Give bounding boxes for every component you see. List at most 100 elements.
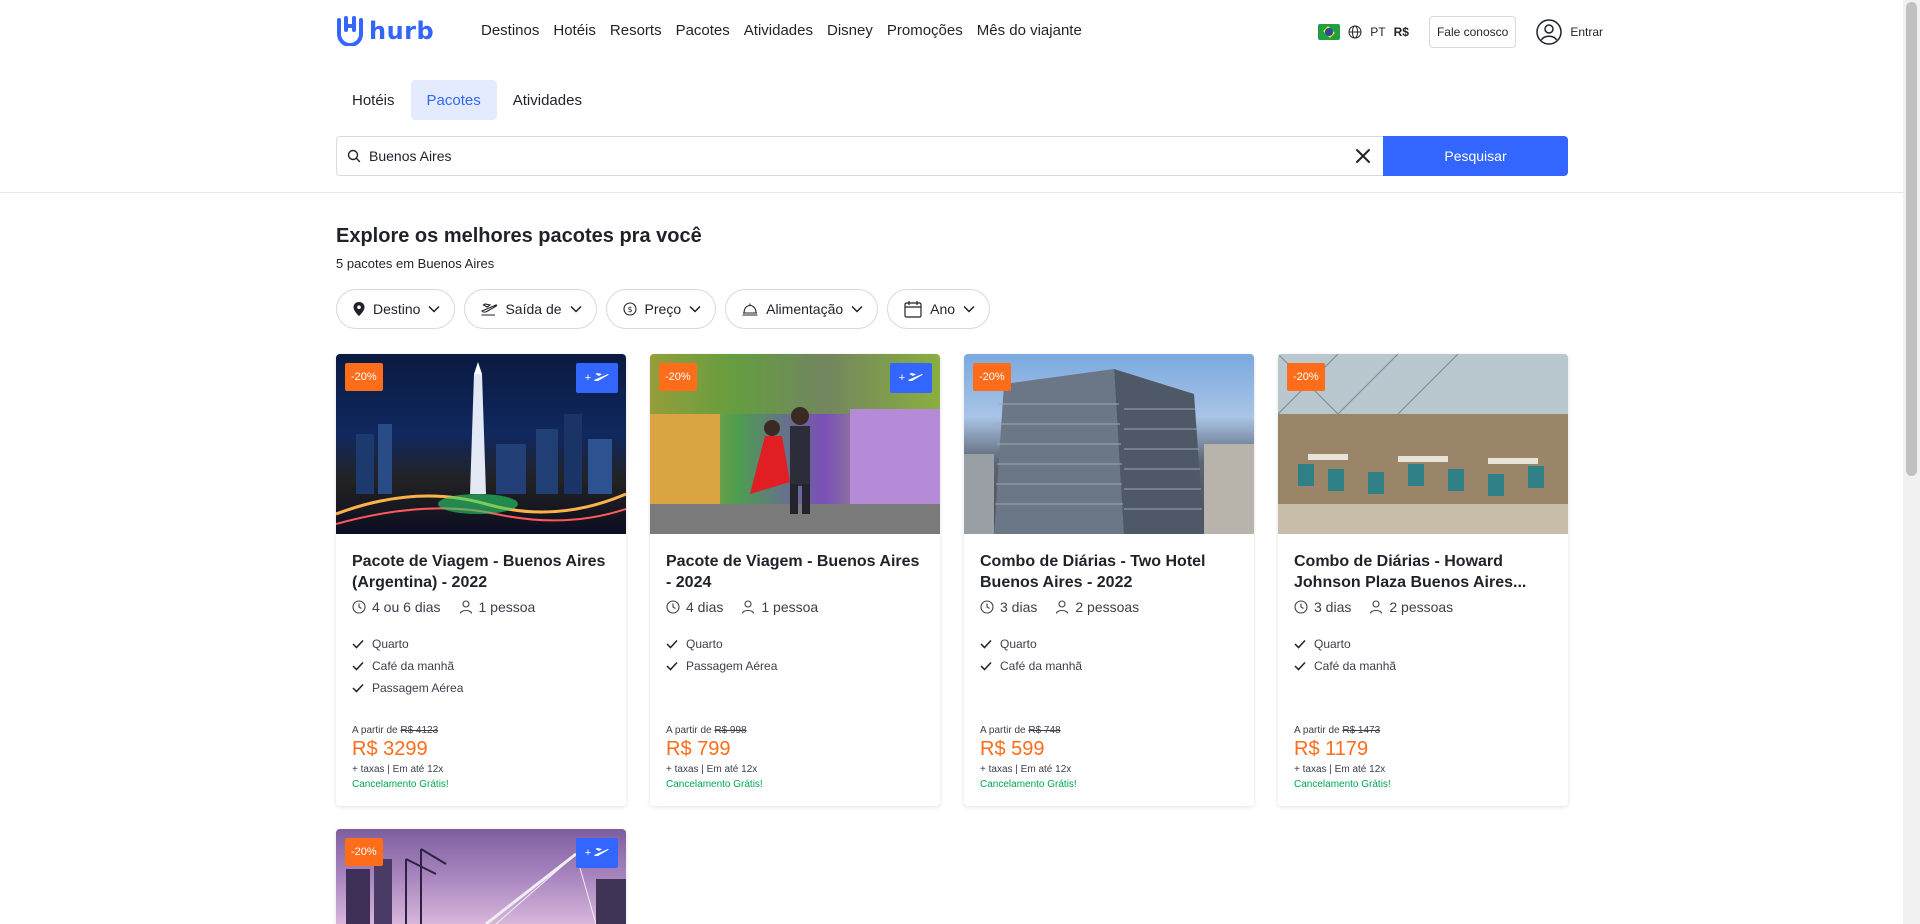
feature-label: Café da manhã	[1000, 659, 1083, 673]
free-cancellation: Cancelamento Grátis!	[666, 779, 763, 790]
package-title[interactable]: Pacote de Viagem - Buenos Aires - 2024	[666, 551, 924, 593]
duration: 4 dias	[666, 599, 723, 615]
clock-icon	[1294, 600, 1308, 614]
search-field	[336, 136, 1383, 176]
login-button[interactable]: Entrar	[1536, 19, 1603, 45]
check-icon	[980, 639, 992, 649]
chevron-down-icon	[689, 305, 701, 313]
filter-ano[interactable]: Ano	[887, 289, 991, 329]
clock-icon	[666, 600, 680, 614]
person-icon	[459, 600, 472, 614]
filter-bar: Destino Saída de $ Preço Alimentação Ano	[336, 289, 991, 329]
package-card[interactable]: -20% + Pacote de Viagem - Buenos Aires (…	[336, 354, 626, 806]
duration-text: 4 dias	[686, 599, 724, 615]
feature-label: Quarto	[1314, 637, 1351, 651]
feature-item: Quarto	[980, 633, 1238, 655]
language-selector[interactable]: PT	[1370, 25, 1385, 39]
package-card[interactable]: -20% Combo de Diárias - Howard Johnson P…	[1278, 354, 1568, 806]
package-image: -20% +	[336, 354, 626, 534]
duration: 4 ou 6 dias	[352, 599, 441, 615]
nav-atividades[interactable]: Atividades	[744, 22, 813, 39]
top-header: hurb Destinos Hotéis Resorts Pacotes Ati…	[0, 0, 1903, 64]
hurb-logo-icon	[337, 16, 363, 46]
included-features: Quarto Café da manhã Passagem Aérea	[352, 633, 610, 699]
tab-hoteis[interactable]: Hotéis	[336, 80, 411, 120]
results-count: 5 pacotes em Buenos Aires	[336, 256, 495, 271]
package-title[interactable]: Combo de Diárias - Howard Johnson Plaza …	[1294, 551, 1552, 593]
page-scrollbar[interactable]	[1903, 0, 1920, 924]
filter-saida-de[interactable]: Saída de	[464, 289, 597, 329]
price-block: A partir de R$ 4123 R$ 3299 + taxas | Em…	[352, 725, 449, 790]
price-block: A partir de R$ 998 R$ 799 + taxas | Em a…	[666, 725, 763, 790]
clear-search-button[interactable]	[1343, 137, 1383, 175]
filter-alimentacao[interactable]: Alimentação	[725, 289, 879, 329]
contact-button[interactable]: Fale conosco	[1428, 16, 1517, 48]
package-card[interactable]: -20% +	[336, 829, 626, 924]
filter-label: Destino	[373, 301, 421, 317]
nav-mes-do-viajante[interactable]: Mês do viajante	[977, 22, 1082, 39]
check-icon	[666, 661, 678, 671]
chevron-down-icon	[963, 305, 975, 313]
search-input[interactable]	[369, 148, 1335, 164]
nav-resorts[interactable]: Resorts	[610, 22, 662, 39]
nav-hoteis[interactable]: Hotéis	[553, 22, 596, 39]
discount-badge: -20%	[973, 363, 1011, 391]
included-features: Quarto Café da manhã	[1294, 633, 1552, 677]
globe-icon[interactable]	[1348, 25, 1362, 39]
scrollbar-thumb[interactable]	[1906, 2, 1917, 476]
main-nav: Destinos Hotéis Resorts Pacotes Atividad…	[481, 22, 1096, 39]
package-title[interactable]: Combo de Diárias - Two Hotel Buenos Aire…	[980, 551, 1238, 593]
location-pin-icon	[353, 302, 365, 316]
search-button[interactable]: Pesquisar	[1383, 136, 1568, 176]
taxes-note: + taxas | Em até 12x	[1294, 764, 1386, 775]
nav-promocoes[interactable]: Promoções	[887, 22, 963, 39]
currency-selector[interactable]: R$	[1394, 25, 1409, 39]
duration-text: 3 dias	[1314, 599, 1352, 615]
feature-item: Passagem Aérea	[352, 677, 610, 699]
hurb-logo[interactable]: hurb	[335, 14, 434, 48]
chevron-down-icon	[851, 305, 863, 313]
guests: 2 pessoas	[1369, 599, 1453, 615]
check-icon	[666, 639, 678, 649]
filter-label: Preço	[644, 301, 682, 317]
nav-disney[interactable]: Disney	[827, 22, 873, 39]
from-label: A partir de	[980, 725, 1026, 736]
package-image: -20%	[1278, 354, 1568, 534]
price-from: A partir de R$ 1473	[1294, 725, 1391, 736]
filter-label: Alimentação	[766, 301, 844, 317]
free-cancellation: Cancelamento Grátis!	[1294, 779, 1391, 790]
brazil-flag-icon[interactable]	[1318, 24, 1341, 40]
nav-destinos[interactable]: Destinos	[481, 22, 539, 39]
package-card[interactable]: -20% + Pacote de Viagem - Buenos Aires -…	[650, 354, 940, 806]
duration: 3 dias	[980, 599, 1037, 615]
airplane-icon	[594, 848, 609, 856]
current-price: R$ 1179	[1294, 738, 1369, 760]
calendar-icon	[904, 301, 922, 318]
filter-label: Ano	[930, 301, 956, 317]
discount-badge: -20%	[345, 838, 383, 866]
package-image: -20% +	[336, 829, 626, 924]
flight-plus-label: +	[898, 372, 906, 384]
tab-atividades[interactable]: Atividades	[497, 80, 598, 120]
guests-text: 2 pessoas	[1075, 599, 1140, 615]
flight-included-badge: +	[576, 838, 618, 868]
from-label: A partir de	[1294, 725, 1340, 736]
package-title[interactable]: Pacote de Viagem - Buenos Aires (Argenti…	[352, 551, 610, 593]
flight-plus-label: +	[584, 847, 592, 859]
feature-label: Quarto	[372, 637, 409, 651]
feature-label: Café da manhã	[1314, 659, 1397, 673]
tab-pacotes[interactable]: Pacotes	[410, 80, 497, 120]
discount-badge: -20%	[1287, 363, 1325, 391]
airplane-icon	[908, 373, 923, 381]
clock-icon	[980, 600, 994, 614]
package-card[interactable]: -20% Combo de Diárias - Two Hotel Buenos…	[964, 354, 1254, 806]
person-icon	[1056, 600, 1069, 614]
filter-preco[interactable]: $ Preço	[605, 289, 717, 329]
guests: 1 pessoa	[459, 599, 535, 615]
guests: 2 pessoas	[1055, 599, 1139, 615]
feature-label: Quarto	[1000, 637, 1037, 651]
nav-pacotes[interactable]: Pacotes	[676, 22, 730, 39]
check-icon	[1294, 661, 1306, 671]
user-icon	[1536, 19, 1563, 45]
filter-destino[interactable]: Destino	[336, 289, 456, 329]
